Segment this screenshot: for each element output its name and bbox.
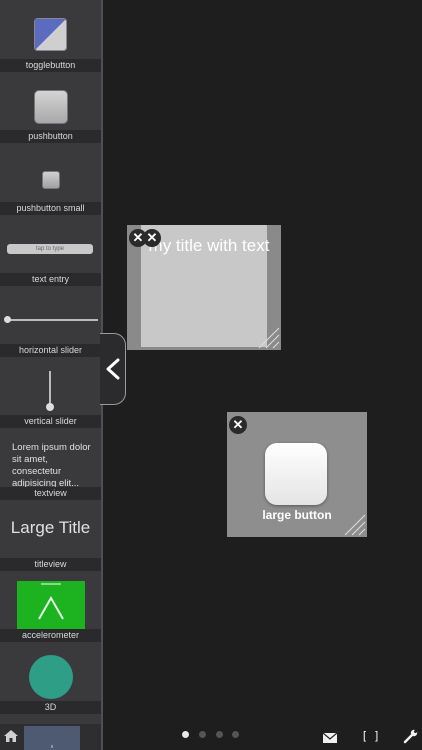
palette-label: horizontal slider: [0, 344, 101, 357]
tab-indicator: [51, 745, 53, 748]
palette-item-titleview[interactable]: Large Title titleview: [0, 500, 101, 572]
vertical-slider-thumb: [46, 403, 54, 411]
mail-icon[interactable]: [323, 733, 337, 743]
large-button[interactable]: [265, 443, 327, 505]
palette-item-textview[interactable]: Lorem ipsum dolor sit amet, consectetur …: [0, 429, 101, 500]
palette-item-accelerometer[interactable]: accelerometer: [0, 572, 101, 643]
pushbutton-preview-icon: [34, 90, 68, 124]
horizontal-slider-track: [8, 319, 98, 321]
horizontal-slider-thumb: [4, 316, 11, 323]
sidebar-selected-tab[interactable]: [24, 726, 80, 750]
palette-item-text-entry[interactable]: tap to type text entry: [0, 216, 101, 287]
titleview-preview: Large Title: [10, 518, 91, 537]
title-widget[interactable]: my title with text ✕ ✕: [127, 225, 281, 350]
resize-handle-icon[interactable]: [337, 507, 367, 537]
palette-item-togglebutton[interactable]: togglebutton: [0, 0, 101, 73]
palette-collapse-handle[interactable]: [100, 333, 126, 405]
page-dot[interactable]: [232, 731, 239, 738]
title-widget-text: my title with text: [148, 236, 270, 255]
palette-label: vertical slider: [0, 415, 101, 428]
wrench-icon[interactable]: [403, 729, 418, 744]
home-icon[interactable]: [3, 729, 19, 743]
palette-item-vertical-slider[interactable]: vertical slider: [0, 357, 101, 429]
palette-label: titleview: [0, 558, 101, 571]
close-icon[interactable]: ✕: [229, 416, 247, 434]
chevron-left-icon: [106, 358, 120, 380]
accelerometer-preview-icon: [17, 581, 85, 629]
page-dot[interactable]: [216, 731, 223, 738]
page-dot[interactable]: [182, 731, 189, 738]
editing-canvas[interactable]: [103, 0, 422, 750]
pushbutton-small-preview-icon: [42, 171, 60, 189]
large-button-widget[interactable]: ✕ large button: [227, 412, 367, 537]
palette-label: textview: [0, 487, 101, 500]
palette-label: text entry: [0, 273, 101, 286]
widget-palette: togglebutton pushbutton pushbutton small…: [0, 0, 101, 750]
palette-label: togglebutton: [0, 59, 101, 72]
palette-label: pushbutton: [0, 130, 101, 143]
togglebutton-preview-icon: [34, 18, 67, 51]
resize-handle-icon[interactable]: [251, 320, 281, 350]
sidebar-bottom-bar: [0, 724, 101, 750]
palette-label: 3D: [0, 701, 101, 714]
palette-item-pushbutton[interactable]: pushbutton: [0, 73, 101, 145]
textview-preview: Lorem ipsum dolor sit amet, consectetur …: [12, 442, 91, 489]
frame-icon[interactable]: [ ]: [363, 730, 381, 742]
sphere-preview-icon: [29, 655, 73, 699]
page-dot[interactable]: [199, 731, 206, 738]
palette-label: accelerometer: [0, 629, 101, 642]
close-icon[interactable]: ✕: [143, 229, 161, 247]
palette-item-3d[interactable]: 3D: [0, 643, 101, 715]
palette-item-horizontal-slider[interactable]: horizontal slider: [0, 287, 101, 357]
text-entry-preview: tap to type: [7, 244, 93, 254]
palette-label: pushbutton small: [0, 202, 101, 215]
palette-item-pushbutton-small[interactable]: pushbutton small: [0, 145, 101, 216]
